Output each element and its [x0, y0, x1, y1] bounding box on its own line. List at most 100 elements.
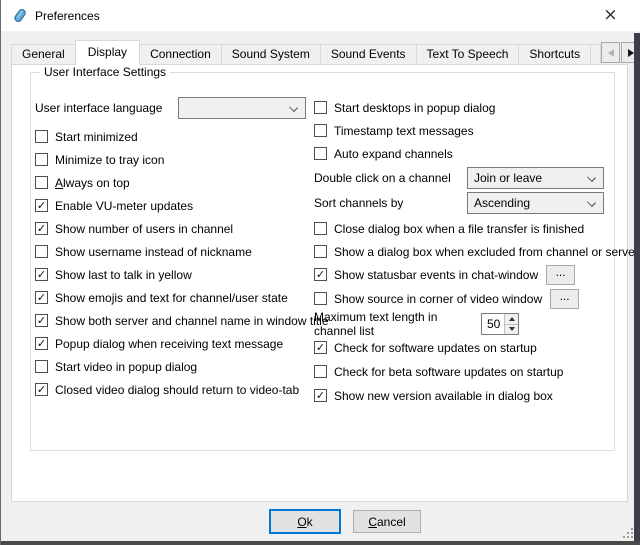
- tab-sound-events[interactable]: Sound Events: [320, 44, 417, 64]
- sort-channels-select-value: Ascending: [474, 196, 530, 210]
- checkbox-start-desktops[interactable]: [314, 101, 327, 114]
- statusbar-events-more-button[interactable]: ...: [546, 265, 575, 285]
- close-button[interactable]: ×: [588, 0, 633, 30]
- checkbox-show-user-count[interactable]: ✓: [35, 222, 48, 235]
- label-check-updates: Check for software updates on startup: [334, 341, 537, 355]
- tab-general[interactable]: General: [11, 44, 76, 64]
- row-show-emojis[interactable]: ✓ Show emojis and text for channel/user …: [35, 286, 313, 309]
- row-video-source-corner[interactable]: Show source in corner of video window ..…: [314, 287, 620, 310]
- label-video-popup: Start video in popup dialog: [55, 360, 197, 374]
- tab-bar: General Display Connection Sound System …: [11, 40, 634, 65]
- checkbox-last-to-talk[interactable]: ✓: [35, 268, 48, 281]
- checkbox-server-channel-title[interactable]: ✓: [35, 314, 48, 327]
- label-show-user-count: Show number of users in channel: [55, 222, 233, 236]
- row-start-minimized[interactable]: Start minimized: [35, 125, 313, 148]
- double-click-select-value: Join or leave: [474, 171, 542, 185]
- row-closed-video-return[interactable]: ✓ Closed video dialog should return to v…: [35, 378, 313, 401]
- checkbox-timestamp-messages[interactable]: [314, 124, 327, 137]
- tab-video[interactable]: Video: [590, 44, 601, 64]
- max-text-length-label: Maximum text length in channel list: [314, 310, 481, 338]
- label-minimize-to-tray: Minimize to tray icon: [55, 153, 164, 167]
- language-label: User interface language: [35, 101, 171, 115]
- language-select[interactable]: [178, 97, 306, 119]
- checkbox-closed-video-return[interactable]: ✓: [35, 383, 48, 396]
- double-click-row: Double click on a channel Join or leave: [314, 167, 620, 189]
- checkbox-always-on-top[interactable]: [35, 176, 48, 189]
- group-title: User Interface Settings: [40, 65, 170, 79]
- language-row: User interface language: [35, 96, 313, 120]
- checkbox-show-emojis[interactable]: ✓: [35, 291, 48, 304]
- close-icon: ×: [603, 7, 617, 24]
- checkbox-auto-expand[interactable]: [314, 147, 327, 160]
- row-last-to-talk[interactable]: ✓ Show last to talk in yellow: [35, 263, 313, 286]
- right-arrow-icon: [628, 49, 634, 57]
- down-arrow-icon: [509, 327, 515, 331]
- checkbox-video-popup[interactable]: [35, 360, 48, 373]
- checkbox-check-updates[interactable]: ✓: [314, 341, 327, 354]
- label-popup-text-message: Popup dialog when receiving text message: [55, 337, 283, 351]
- checkbox-check-beta-updates[interactable]: [314, 365, 327, 378]
- chevron-down-icon: [587, 173, 596, 182]
- ok-button[interactable]: Ok: [269, 509, 341, 534]
- row-vu-meter[interactable]: ✓ Enable VU-meter updates: [35, 194, 313, 217]
- checkbox-popup-text-message[interactable]: ✓: [35, 337, 48, 350]
- checkbox-statusbar-events[interactable]: ✓: [314, 268, 327, 281]
- label-server-channel-title: Show both server and channel name in win…: [55, 314, 329, 328]
- video-source-more-button[interactable]: ...: [550, 289, 579, 309]
- checkbox-vu-meter[interactable]: ✓: [35, 199, 48, 212]
- label-check-beta-updates: Check for beta software updates on start…: [334, 365, 563, 379]
- row-timestamp-messages[interactable]: Timestamp text messages: [314, 119, 620, 142]
- checkbox-minimize-to-tray[interactable]: [35, 153, 48, 166]
- label-start-desktops: Start desktops in popup dialog: [334, 101, 495, 115]
- row-video-popup[interactable]: Start video in popup dialog: [35, 355, 313, 378]
- row-statusbar-events[interactable]: ✓ Show statusbar events in chat-window .…: [314, 263, 620, 286]
- chevron-down-icon: [587, 198, 596, 207]
- checkbox-excluded-dialog[interactable]: [314, 245, 327, 258]
- checkbox-start-minimized[interactable]: [35, 130, 48, 143]
- max-text-length-spinner[interactable]: 50: [481, 313, 519, 335]
- row-minimize-to-tray[interactable]: Minimize to tray icon: [35, 148, 313, 171]
- sort-channels-label: Sort channels by: [314, 196, 467, 210]
- tab-connection[interactable]: Connection: [139, 44, 222, 64]
- cancel-button[interactable]: Cancel: [353, 510, 421, 533]
- row-always-on-top[interactable]: Always on top: [35, 171, 313, 194]
- row-check-updates[interactable]: ✓ Check for software updates on startup: [314, 336, 620, 359]
- checkbox-video-source-corner[interactable]: [314, 292, 327, 305]
- spin-down-button[interactable]: [505, 324, 518, 335]
- row-show-user-count[interactable]: ✓ Show number of users in channel: [35, 217, 313, 240]
- tab-display[interactable]: Display: [75, 40, 140, 65]
- label-start-minimized: Start minimized: [55, 130, 138, 144]
- row-excluded-dialog[interactable]: Show a dialog box when excluded from cha…: [314, 240, 620, 263]
- display-tab-panel: User Interface Settings User interface l…: [11, 64, 628, 502]
- label-timestamp-messages: Timestamp text messages: [334, 124, 474, 138]
- row-check-beta-updates[interactable]: Check for beta software updates on start…: [314, 360, 620, 383]
- row-popup-text-message[interactable]: ✓ Popup dialog when receiving text messa…: [35, 332, 313, 355]
- row-show-username[interactable]: Show username instead of nickname: [35, 240, 313, 263]
- spin-up-button[interactable]: [505, 314, 518, 324]
- label-new-version-dialog: Show new version available in dialog box: [334, 389, 553, 403]
- sort-channels-row: Sort channels by Ascending: [314, 192, 620, 214]
- checkbox-close-on-transfer[interactable]: [314, 222, 327, 235]
- label-video-source-corner: Show source in corner of video window: [334, 292, 542, 306]
- checkbox-new-version-dialog[interactable]: ✓: [314, 389, 327, 402]
- tab-scroll-left-button[interactable]: [601, 42, 620, 63]
- row-server-channel-title[interactable]: ✓ Show both server and channel name in w…: [35, 309, 313, 332]
- row-auto-expand[interactable]: Auto expand channels: [314, 142, 620, 165]
- preferences-dialog: Preferences × General Display Connection…: [0, 0, 640, 545]
- sort-channels-select[interactable]: Ascending: [467, 192, 604, 214]
- up-arrow-icon: [509, 317, 515, 321]
- label-always-on-top: Always on top: [55, 176, 130, 190]
- double-click-select[interactable]: Join or leave: [467, 167, 604, 189]
- resize-grip[interactable]: [621, 526, 633, 538]
- row-start-desktops[interactable]: Start desktops in popup dialog: [314, 96, 620, 119]
- tab-sound-system[interactable]: Sound System: [221, 44, 321, 64]
- tab-text-to-speech[interactable]: Text To Speech: [416, 44, 520, 64]
- chevron-down-icon: [289, 103, 298, 112]
- tab-shortcuts[interactable]: Shortcuts: [518, 44, 591, 64]
- row-new-version-dialog[interactable]: ✓ Show new version available in dialog b…: [314, 384, 620, 407]
- ellipsis-icon: ...: [560, 290, 570, 303]
- label-close-on-transfer: Close dialog box when a file transfer is…: [334, 222, 584, 236]
- row-close-on-transfer[interactable]: Close dialog box when a file transfer is…: [314, 217, 620, 240]
- checkbox-show-username[interactable]: [35, 245, 48, 258]
- label-show-username: Show username instead of nickname: [55, 245, 252, 259]
